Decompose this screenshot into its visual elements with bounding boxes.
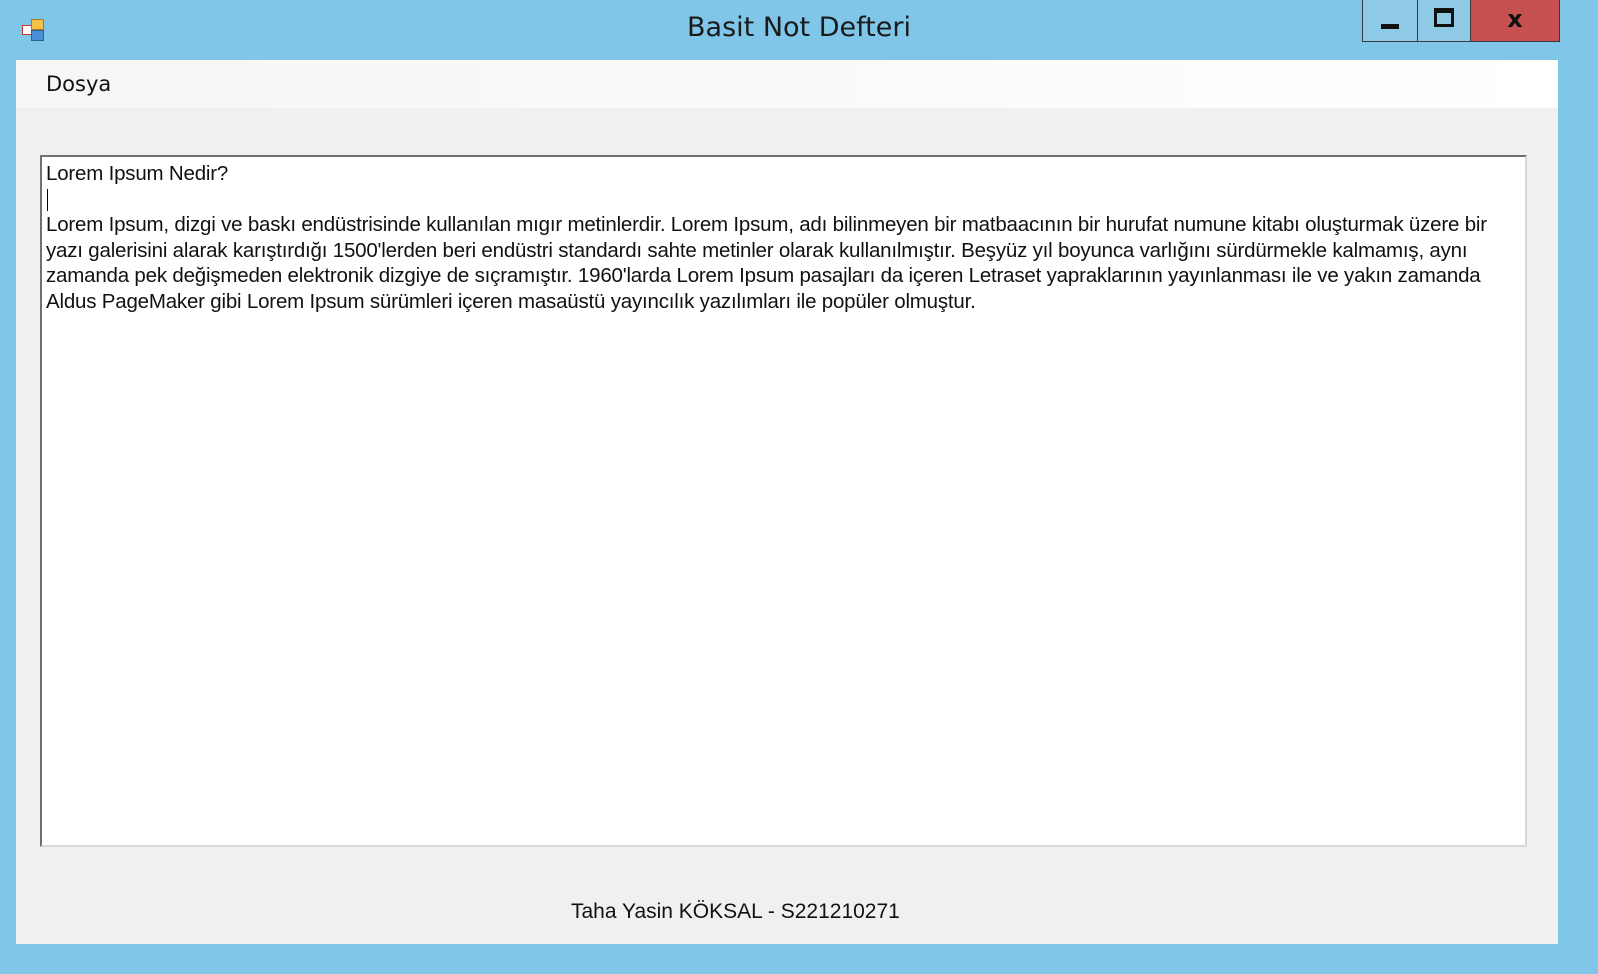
editor-body-line: Lorem Ipsum, dizgi ve baskı endüstrisind… xyxy=(46,213,1487,313)
author-label: Taha Yasin KÖKSAL - S221210271 xyxy=(571,900,900,923)
minimize-button[interactable] xyxy=(1362,0,1417,42)
maximize-icon xyxy=(1434,8,1454,27)
window-title: Basit Not Defteri xyxy=(687,12,911,43)
menu-bar: Dosya xyxy=(16,60,1558,108)
client-area: Dosya Lorem Ipsum Nedir? Lorem Ipsum, di… xyxy=(16,60,1558,944)
menu-item-dosya[interactable]: Dosya xyxy=(38,70,119,98)
close-button[interactable]: x xyxy=(1470,0,1560,42)
maximize-button[interactable] xyxy=(1417,0,1470,42)
app-window: Basit Not Defteri x Dosya Lorem Ipsum Ne… xyxy=(0,0,1598,974)
text-caret xyxy=(47,188,48,211)
title-bar[interactable]: Basit Not Defteri x xyxy=(0,0,1598,60)
editor-heading-line: Lorem Ipsum Nedir? xyxy=(46,162,229,185)
text-editor[interactable]: Lorem Ipsum Nedir? Lorem Ipsum, dizgi ve… xyxy=(40,155,1527,847)
minimize-icon xyxy=(1381,24,1399,29)
editor-empty-line xyxy=(46,187,1519,213)
close-icon: x xyxy=(1507,4,1523,33)
